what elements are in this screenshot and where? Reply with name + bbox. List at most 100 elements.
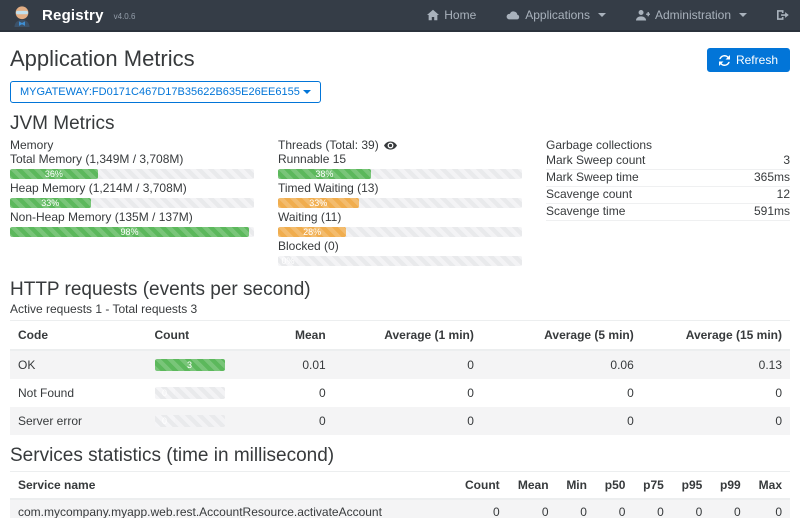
brand-version: v4.0.6 xyxy=(114,12,136,21)
blocked-progress: 0% xyxy=(278,256,522,266)
gc-row: Scavenge count 12 xyxy=(546,187,790,204)
brand-title: Registry xyxy=(42,7,104,24)
gc-value: 3 xyxy=(783,154,790,167)
gc-column: Garbage collections Mark Sweep count 3 M… xyxy=(546,138,790,269)
cell-min: 0 xyxy=(557,499,595,518)
cell-mean: 0 xyxy=(264,407,334,435)
chevron-down-icon xyxy=(598,13,606,17)
gc-label: Mark Sweep count xyxy=(546,154,645,167)
waiting-progress: 28% xyxy=(278,227,522,237)
chevron-down-icon xyxy=(303,90,311,94)
memory-title: Memory xyxy=(10,139,254,152)
timed-waiting-label: Timed Waiting (13) xyxy=(278,182,522,195)
cell-service-name: com.mycompany.myapp.web.rest.AccountReso… xyxy=(10,499,455,518)
col-code: Code xyxy=(10,321,147,351)
cell-avg-5min: 0.06 xyxy=(482,350,642,379)
cell-code: OK xyxy=(10,350,147,379)
home-icon xyxy=(427,9,439,21)
col-avg-1min: Average (1 min) xyxy=(334,321,482,351)
progress-value: 33% xyxy=(41,198,59,208)
cell-avg-5min: 0 xyxy=(482,379,642,407)
services-statistics-table: Service name Count Mean Min p50 p75 p95 … xyxy=(10,471,790,518)
cell-avg-5min: 0 xyxy=(482,407,642,435)
main-content: Application Metrics Refresh MYGATEWAY:FD… xyxy=(0,32,800,518)
refresh-button[interactable]: Refresh xyxy=(707,48,790,72)
nav-administration[interactable]: Administration xyxy=(636,8,747,22)
nav-signout[interactable] xyxy=(777,9,790,21)
heap-memory-label: Heap Memory (1,214M / 3,708M) xyxy=(10,182,254,195)
cell-code: Server error xyxy=(10,407,147,435)
gc-value: 12 xyxy=(777,188,790,201)
nav-administration-label: Administration xyxy=(655,8,731,22)
col-count: Count xyxy=(455,472,508,500)
cell-avg-1min: 0 xyxy=(334,379,482,407)
col-max: Max xyxy=(749,472,790,500)
http-requests-table: Code Count Mean Average (1 min) Average … xyxy=(10,320,790,435)
count-value: 3 xyxy=(187,360,192,370)
jhipster-avatar-logo xyxy=(10,3,34,27)
instance-selector-dropdown[interactable]: MYGATEWAY:FD0171C467D17B35622B635E26EE61… xyxy=(10,81,321,103)
cell-mean: 0.01 xyxy=(264,350,334,379)
table-row: com.mycompany.myapp.web.rest.AccountReso… xyxy=(10,499,790,518)
nonheap-memory-progress: 98% xyxy=(10,227,254,237)
cloud-icon xyxy=(506,10,520,21)
cell-count: 0 xyxy=(455,499,508,518)
col-p99: p99 xyxy=(710,472,748,500)
gc-label: Mark Sweep time xyxy=(546,171,639,184)
gc-label: Scavenge time xyxy=(546,205,625,218)
col-count: Count xyxy=(147,321,264,351)
cell-p50: 0 xyxy=(595,499,633,518)
brand-link[interactable]: Registry v4.0.6 xyxy=(10,3,135,27)
runnable-progress: 38% xyxy=(278,169,522,179)
threads-title: Threads (Total: 39) xyxy=(278,139,379,152)
refresh-label: Refresh xyxy=(736,53,778,67)
memory-column: Memory Total Memory (1,349M / 3,708M) 36… xyxy=(10,138,254,269)
cell-count: 0 xyxy=(147,379,264,407)
title-bar: Application Metrics Refresh xyxy=(10,46,790,72)
progress-value: 38% xyxy=(315,169,333,179)
cell-avg-1min: 0 xyxy=(334,407,482,435)
blocked-label: Blocked (0) xyxy=(278,240,522,253)
eye-icon[interactable] xyxy=(384,141,397,150)
runnable-label: Runnable 15 xyxy=(278,153,522,166)
cell-avg-15min: 0 xyxy=(642,379,790,407)
count-progress: 0 xyxy=(155,387,225,399)
chevron-down-icon xyxy=(739,13,747,17)
cell-p75: 0 xyxy=(633,499,671,518)
nav-home[interactable]: Home xyxy=(427,8,476,22)
services-statistics-title: Services statistics (time in millisecond… xyxy=(10,444,790,467)
heap-memory-progress: 33% xyxy=(10,198,254,208)
table-row: Not Found 0 0 0 0 0 xyxy=(10,379,790,407)
cell-avg-15min: 0.13 xyxy=(642,350,790,379)
gc-value: 365ms xyxy=(754,171,790,184)
cell-p95: 0 xyxy=(672,499,710,518)
nonheap-memory-label: Non-Heap Memory (135M / 137M) xyxy=(10,211,254,224)
col-mean: Mean xyxy=(508,472,557,500)
jvm-metrics-title: JVM Metrics xyxy=(10,112,790,135)
gc-label: Scavenge count xyxy=(546,188,632,201)
nav-home-label: Home xyxy=(444,8,476,22)
progress-value: 98% xyxy=(121,227,139,237)
total-memory-label: Total Memory (1,349M / 3,708M) xyxy=(10,153,254,166)
timed-waiting-progress: 33% xyxy=(278,198,522,208)
waiting-label: Waiting (11) xyxy=(278,211,522,224)
table-header-row: Service name Count Mean Min p50 p75 p95 … xyxy=(10,472,790,500)
col-mean: Mean xyxy=(264,321,334,351)
http-requests-subtitle: Active requests 1 - Total requests 3 xyxy=(10,302,790,316)
nav-applications[interactable]: Applications xyxy=(506,8,606,22)
col-service-name: Service name xyxy=(10,472,455,500)
col-p50: p50 xyxy=(595,472,633,500)
gc-title: Garbage collections xyxy=(546,139,790,152)
table-header-row: Code Count Mean Average (1 min) Average … xyxy=(10,321,790,351)
nav-applications-label: Applications xyxy=(525,8,590,22)
refresh-icon xyxy=(719,55,730,66)
navbar-menu: Home Applications Administration xyxy=(427,8,790,22)
threads-column: Threads (Total: 39) Runnable 15 38% Time… xyxy=(278,138,522,269)
cell-mean: 0 xyxy=(264,379,334,407)
cell-max: 0 xyxy=(749,499,790,518)
cell-p99: 0 xyxy=(710,499,748,518)
col-avg-5min: Average (5 min) xyxy=(482,321,642,351)
user-plus-icon xyxy=(636,9,650,21)
col-avg-15min: Average (15 min) xyxy=(642,321,790,351)
progress-value: 0% xyxy=(281,256,294,266)
